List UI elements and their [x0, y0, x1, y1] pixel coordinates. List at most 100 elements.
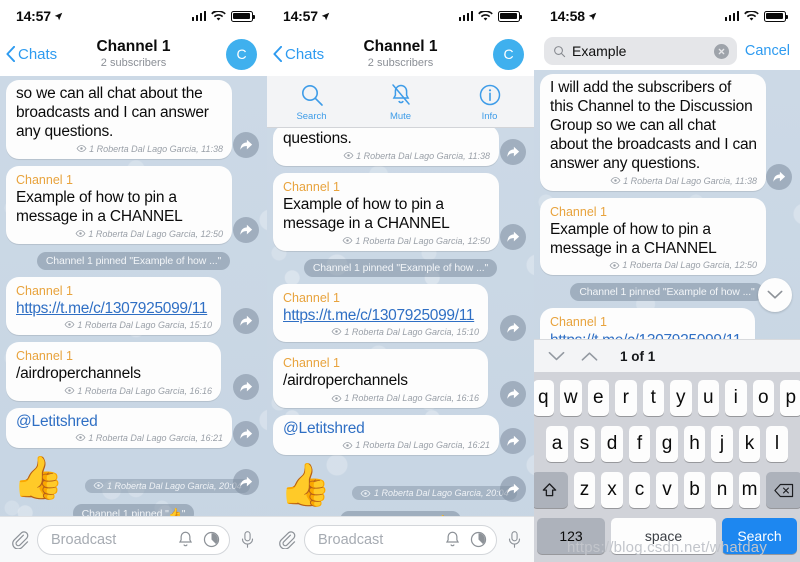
message-bubble[interactable]: Channel 1 https://t.me/c/1307925099/11 1…	[6, 276, 221, 335]
message-row[interactable]: Channel 1 https://t.me/c/1307925099/11 1…	[0, 276, 267, 335]
key-d[interactable]: d	[601, 426, 623, 462]
key-q[interactable]: q	[534, 380, 554, 416]
key-r[interactable]: r	[615, 380, 637, 416]
key-x[interactable]: x	[601, 472, 623, 508]
message-bubble[interactable]: @Letitshred 1 Roberta Dal Lago Garcia, 1…	[273, 415, 499, 455]
message-row[interactable]: Channel 1 Example of how to pin a messag…	[267, 172, 534, 251]
scroll-to-bottom-button[interactable]	[758, 278, 792, 312]
key-z[interactable]: z	[573, 472, 596, 508]
message-mention[interactable]: @Letitshred	[16, 413, 98, 430]
message-input-bar[interactable]: Broadcast	[0, 516, 267, 562]
emoji-message-row[interactable]: 👍 1 Roberta Dal Lago Garcia, 20:04	[0, 455, 267, 499]
back-to-chats-button[interactable]: Chats	[273, 46, 324, 63]
key-p[interactable]: p	[780, 380, 800, 416]
message-row[interactable]: Channel 1 Example of how to pin a messag…	[0, 165, 267, 244]
key-b[interactable]: b	[683, 472, 706, 508]
message-list-1[interactable]: so we can all chat about the broadcasts …	[0, 76, 267, 562]
message-link[interactable]: https://t.me/c/1307925099/11	[283, 307, 475, 324]
key-j[interactable]: j	[711, 426, 733, 462]
chevron-up-icon[interactable]	[581, 351, 598, 362]
search-key[interactable]: Search	[722, 518, 797, 554]
message-bubble[interactable]: Channel 1 Example of how to pin a messag…	[273, 172, 499, 251]
broadcast-input[interactable]: Broadcast	[37, 524, 230, 555]
key-f[interactable]: f	[628, 426, 651, 462]
key-s[interactable]: s	[573, 426, 596, 462]
forward-button[interactable]	[500, 428, 526, 454]
menu-item-info[interactable]: Info	[445, 82, 534, 122]
key-u[interactable]: u	[697, 380, 719, 416]
key-w[interactable]: w	[560, 380, 582, 416]
key-o[interactable]: o	[752, 380, 774, 416]
key-t[interactable]: t	[642, 380, 664, 416]
key-g[interactable]: g	[656, 426, 678, 462]
message-row[interactable]: Channel 1 https://t.me/c/1307925099/11 1…	[267, 283, 534, 342]
message-row[interactable]: questions. 1 Roberta Dal Lago Garcia, 11…	[267, 125, 534, 166]
forward-button[interactable]	[766, 163, 792, 190]
message-row[interactable]: Channel 1 /airdroperchannels 1 Roberta D…	[0, 341, 267, 401]
timer-icon[interactable]	[469, 530, 488, 549]
message-bubble[interactable]: Channel 1 Example of how to pin a messag…	[540, 197, 766, 276]
key-e[interactable]: e	[587, 380, 609, 416]
message-bubble[interactable]: questions. 1 Roberta Dal Lago Garcia, 11…	[273, 125, 499, 166]
message-bubble[interactable]: Channel 1 https://t.me/c/1307925099/11 1…	[273, 283, 488, 342]
microphone-icon[interactable]	[505, 530, 524, 549]
key-y[interactable]: y	[670, 380, 692, 416]
message-row[interactable]: I will add the subscribers of this Chann…	[534, 74, 800, 191]
numbers-key[interactable]: 123	[537, 518, 605, 554]
message-bubble[interactable]: Channel 1 /airdroperchannels 1 Roberta D…	[273, 348, 488, 408]
key-c[interactable]: c	[628, 472, 651, 508]
space-key[interactable]: space	[611, 518, 716, 554]
key-k[interactable]: k	[738, 426, 761, 462]
bell-icon[interactable]	[443, 530, 462, 549]
paperclip-icon[interactable]	[277, 530, 296, 549]
forward-button[interactable]	[500, 223, 526, 250]
menu-item-search[interactable]: Search	[267, 82, 356, 122]
key-v[interactable]: v	[656, 472, 678, 508]
microphone-icon[interactable]	[238, 530, 257, 549]
message-row[interactable]: @Letitshred 1 Roberta Dal Lago Garcia, 1…	[267, 415, 534, 455]
message-row[interactable]: @Letitshred 1 Roberta Dal Lago Garcia, 1…	[0, 407, 267, 448]
message-row[interactable]: Channel 1 Example of how to pin a messag…	[534, 197, 800, 276]
message-list-2[interactable]: questions. 1 Roberta Dal Lago Garcia, 11…	[267, 121, 534, 562]
chevron-down-icon[interactable]	[548, 351, 565, 362]
on-screen-keyboard[interactable]: q w e r t y u i o p a s d f g h j k l z …	[534, 372, 800, 562]
message-mention[interactable]: @Letitshred	[283, 420, 365, 437]
message-row[interactable]: so we can all chat about the broadcasts …	[0, 80, 267, 159]
avatar[interactable]: C	[493, 38, 524, 70]
forward-button[interactable]	[500, 381, 526, 407]
timer-icon[interactable]	[202, 530, 221, 549]
backspace-key[interactable]	[766, 472, 800, 508]
broadcast-input[interactable]: Broadcast	[304, 524, 497, 555]
message-row[interactable]: Channel 1 /airdroperchannels 1 Roberta D…	[267, 348, 534, 408]
message-bubble[interactable]: Channel 1 /airdroperchannels 1 Roberta D…	[6, 341, 221, 401]
message-bubble[interactable]: I will add the subscribers of this Chann…	[540, 74, 766, 191]
forward-button[interactable]	[500, 476, 526, 502]
key-a[interactable]: a	[546, 426, 568, 462]
forward-button[interactable]	[233, 131, 259, 158]
forward-button[interactable]	[500, 138, 526, 165]
back-to-chats-button[interactable]: Chats	[6, 46, 57, 63]
search-input[interactable]: Example	[544, 37, 737, 65]
forward-button[interactable]	[233, 420, 259, 447]
forward-button[interactable]	[233, 216, 259, 243]
message-bubble[interactable]: Channel 1 Example of how to pin a messag…	[6, 165, 232, 244]
message-bubble[interactable]: @Letitshred 1 Roberta Dal Lago Garcia, 1…	[6, 407, 232, 448]
forward-button[interactable]	[500, 314, 526, 341]
key-l[interactable]: l	[766, 426, 788, 462]
shift-key[interactable]	[534, 472, 568, 508]
bell-icon[interactable]	[176, 530, 195, 549]
menu-item-mute[interactable]: Mute	[356, 82, 445, 122]
key-m[interactable]: m	[738, 472, 761, 508]
key-h[interactable]: h	[683, 426, 706, 462]
message-link[interactable]: https://t.me/c/1307925099/11	[16, 300, 208, 317]
avatar[interactable]: C	[226, 38, 257, 70]
forward-button[interactable]	[233, 468, 259, 495]
clear-search-button[interactable]	[713, 43, 729, 59]
forward-button[interactable]	[233, 373, 259, 400]
message-input-bar[interactable]: Broadcast	[267, 516, 534, 562]
key-n[interactable]: n	[711, 472, 733, 508]
key-i[interactable]: i	[725, 380, 747, 416]
cancel-search-button[interactable]: Cancel	[745, 43, 790, 59]
forward-button[interactable]	[233, 307, 259, 334]
paperclip-icon[interactable]	[10, 530, 29, 549]
